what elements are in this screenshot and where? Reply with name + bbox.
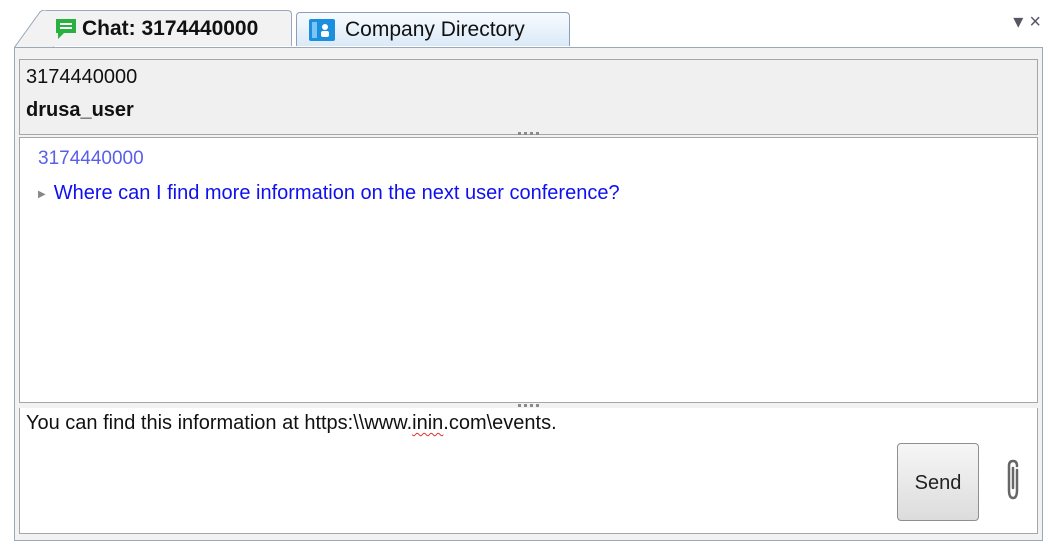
compose-input[interactable]: You can find this information at https:\… — [26, 412, 557, 435]
window-controls: ▾ × — [1013, 12, 1041, 32]
misspelled-word: inin — [412, 412, 444, 434]
send-button[interactable]: Send — [897, 443, 979, 521]
paperclip-icon[interactable] — [1002, 458, 1024, 502]
compose-text-end: .com\events. — [443, 412, 557, 434]
message-sender: 3174440000 — [38, 148, 144, 169]
splitter-grip-bottom[interactable] — [517, 404, 540, 407]
participant-number: 3174440000 — [26, 66, 138, 88]
close-icon[interactable]: × — [1029, 12, 1041, 32]
tab-chat[interactable]: Chat: 3174440000 — [46, 10, 292, 46]
message-text: Where can I find more information on the… — [53, 182, 620, 204]
tab-strip: Chat: 3174440000 Company Directory ▾ × — [0, 0, 1051, 48]
bullet-arrow-icon: ▶ — [38, 189, 46, 200]
tab-directory-label: Company Directory — [345, 17, 525, 41]
tab-chat-label: Chat: 3174440000 — [82, 16, 259, 40]
participant-user: drusa_user — [26, 99, 134, 121]
chat-header: 3174440000 drusa_user — [19, 59, 1038, 135]
dropdown-arrow-icon[interactable]: ▾ — [1013, 12, 1023, 32]
chat-transcript[interactable]: 3174440000 ▶ Where can I find more infor… — [19, 137, 1038, 403]
directory-icon — [309, 18, 335, 41]
chat-panel: 3174440000 drusa_user 3174440000 ▶ Where… — [14, 47, 1043, 541]
message-row: ▶ Where can I find more information on t… — [38, 182, 620, 205]
tab-company-directory[interactable]: Company Directory — [296, 12, 570, 46]
compose-area[interactable]: You can find this information at https:\… — [19, 408, 1038, 534]
chat-icon — [54, 17, 78, 41]
splitter-grip-top[interactable] — [517, 132, 540, 135]
compose-text-start: You can find this information at https:\… — [26, 412, 413, 434]
